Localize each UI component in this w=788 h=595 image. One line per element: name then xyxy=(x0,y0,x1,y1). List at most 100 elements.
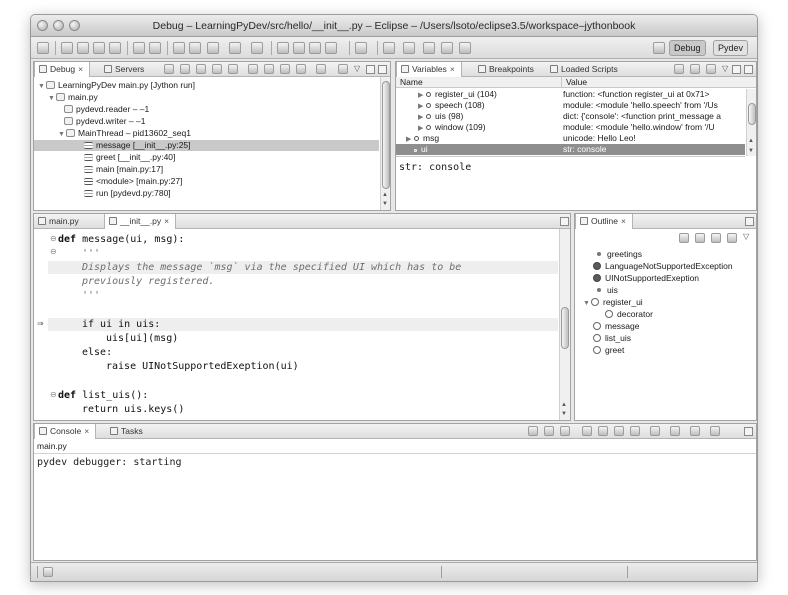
save-icon[interactable] xyxy=(77,42,89,54)
next-annotation-icon[interactable] xyxy=(383,42,395,54)
view-menu-icon[interactable] xyxy=(338,64,348,74)
annotation-icon[interactable] xyxy=(355,42,367,54)
show-type-names-icon[interactable] xyxy=(674,64,684,74)
table-row[interactable]: ▶ uis (98) dict: {'console': <function pr… xyxy=(396,111,745,122)
step-filters-icon[interactable] xyxy=(316,64,326,74)
code-line[interactable]: ''' xyxy=(82,289,100,302)
outline-item[interactable]: ▼ register_ui xyxy=(583,297,643,308)
search-icon[interactable] xyxy=(189,42,201,54)
minimize-view-icon[interactable] xyxy=(548,217,557,226)
list-item[interactable]: ▼ MainThread – pid13602_seq1 xyxy=(58,128,191,139)
debug-run-icon[interactable] xyxy=(207,42,219,54)
tab-console[interactable]: Console × xyxy=(34,424,97,439)
remove-launch-icon[interactable] xyxy=(544,426,554,436)
new-wizard-icon[interactable] xyxy=(61,42,73,54)
column-header-value[interactable]: Value xyxy=(566,77,587,88)
pin-console-icon[interactable] xyxy=(650,426,660,436)
expand-triangle-icon[interactable]: ▶ xyxy=(418,123,426,133)
list-item[interactable]: <module> [main.py:27] xyxy=(84,176,182,187)
list-item[interactable]: main [main.py:17] xyxy=(84,164,163,175)
outline-item[interactable]: UINotSupportedExeption xyxy=(593,273,699,284)
run-icon[interactable] xyxy=(229,42,241,54)
external-tools-icon[interactable] xyxy=(251,42,263,54)
scroll-up-icon[interactable]: ▲ xyxy=(561,402,567,408)
step-into-icon[interactable] xyxy=(248,64,258,74)
variable-detail-pane[interactable]: str: console xyxy=(399,162,471,173)
show-logical-structure-icon[interactable] xyxy=(690,64,700,74)
display-console-icon[interactable] xyxy=(670,426,680,436)
open-console-icon[interactable] xyxy=(690,426,700,436)
close-icon[interactable]: × xyxy=(621,216,626,226)
edit-icon[interactable] xyxy=(325,42,337,54)
scroll-lock-icon[interactable] xyxy=(598,426,608,436)
hide-fields-icon[interactable] xyxy=(711,233,721,243)
outline-item[interactable]: LanguageNotSupportedException xyxy=(593,261,733,272)
list-item[interactable]: pydevd.writer – –1 xyxy=(64,116,145,127)
fold-icon[interactable]: ⊖ xyxy=(50,390,57,399)
tab-breakpoints[interactable]: Breakpoints xyxy=(474,62,540,77)
table-row[interactable]: ▶ speech (108) module: <module 'hello.spe… xyxy=(396,100,745,111)
code-line[interactable]: uis[ui](msg) xyxy=(106,332,178,345)
outline-item[interactable]: greetings xyxy=(595,249,642,260)
tab-tasks[interactable]: Tasks xyxy=(106,424,149,439)
scroll-down-icon[interactable]: ▼ xyxy=(748,148,754,154)
tab-servers[interactable]: Servers xyxy=(100,62,150,77)
code-line[interactable]: ''' xyxy=(82,247,100,260)
show-on-stderr-icon[interactable] xyxy=(630,426,640,436)
debug-scrollbar[interactable]: ▲ ▼ xyxy=(380,77,390,210)
remove-launch-icon[interactable] xyxy=(164,64,174,74)
suspend-icon[interactable] xyxy=(196,64,206,74)
outline-item[interactable]: greet xyxy=(593,345,624,356)
open-resource-icon[interactable] xyxy=(309,42,321,54)
pydev-module-icon[interactable] xyxy=(149,42,161,54)
column-divider[interactable] xyxy=(561,77,562,88)
open-file-icon[interactable] xyxy=(293,42,305,54)
code-line[interactable]: Displays the message `msg` via the speci… xyxy=(48,261,558,274)
pydev-perspective-button[interactable]: Pydev xyxy=(713,40,749,56)
close-icon[interactable]: × xyxy=(84,426,89,436)
code-line-current[interactable]: if ui in uis: xyxy=(48,318,558,331)
print-icon[interactable] xyxy=(109,42,121,54)
tab-outline[interactable]: Outline × xyxy=(575,214,633,229)
expand-triangle-icon[interactable]: ▶ xyxy=(406,134,414,144)
stack-frame-selected[interactable]: message [__init__.py:25] xyxy=(34,140,379,151)
expand-triangle-icon[interactable]: ▼ xyxy=(583,298,591,309)
table-row[interactable]: ▶ msg unicode: Hello Leo! xyxy=(396,133,745,144)
tab-init-py[interactable]: __init__.py × xyxy=(104,214,177,229)
list-item[interactable]: ▼ LearningPyDev main.py [Jython run] xyxy=(38,80,195,91)
code-line[interactable]: previously registered. xyxy=(82,275,214,288)
scroll-down-icon[interactable]: ▼ xyxy=(382,201,388,207)
fold-icon[interactable]: ⊖ xyxy=(50,247,57,256)
show-on-stdout-icon[interactable] xyxy=(614,426,624,436)
minimize-view-icon[interactable] xyxy=(732,65,741,74)
code-line[interactable]: def list_uis(): xyxy=(58,389,148,402)
step-over-icon[interactable] xyxy=(264,64,274,74)
resume-icon[interactable] xyxy=(180,64,190,74)
open-folder-icon[interactable] xyxy=(277,42,289,54)
new-console-icon[interactable] xyxy=(710,426,720,436)
expand-triangle-icon[interactable]: ▶ xyxy=(418,101,426,111)
expand-triangle-icon[interactable]: ▼ xyxy=(38,81,46,92)
remove-all-icon[interactable] xyxy=(560,426,570,436)
console-output[interactable]: pydev debugger: starting xyxy=(37,457,182,468)
outline-item[interactable]: uis xyxy=(595,285,618,296)
clear-console-icon[interactable] xyxy=(582,426,592,436)
open-perspective-icon[interactable] xyxy=(653,42,665,54)
chevron-down-icon[interactable]: ▽ xyxy=(722,64,728,73)
outline-item[interactable]: list_uis xyxy=(593,333,631,344)
outline-item[interactable]: decorator xyxy=(605,309,653,320)
minimize-view-icon[interactable] xyxy=(733,217,742,226)
editor-scrollbar[interactable]: ▲ ▼ xyxy=(559,229,570,420)
disconnect-icon[interactable] xyxy=(228,64,238,74)
chevron-down-icon[interactable]: ▽ xyxy=(743,232,749,241)
pydev-project-icon[interactable] xyxy=(133,42,145,54)
maximize-view-icon[interactable] xyxy=(378,65,387,74)
expand-triangle-icon[interactable]: ▶ xyxy=(418,90,426,100)
scroll-down-icon[interactable]: ▼ xyxy=(561,411,567,417)
list-item[interactable]: ▼ main.py xyxy=(48,92,98,103)
open-type-icon[interactable] xyxy=(173,42,185,54)
last-edit-icon[interactable] xyxy=(423,42,435,54)
tab-loaded-scripts[interactable]: Loaded Scripts xyxy=(546,62,624,77)
tab-main-py[interactable]: main.py xyxy=(34,214,85,229)
drop-to-frame-icon[interactable] xyxy=(296,64,306,74)
